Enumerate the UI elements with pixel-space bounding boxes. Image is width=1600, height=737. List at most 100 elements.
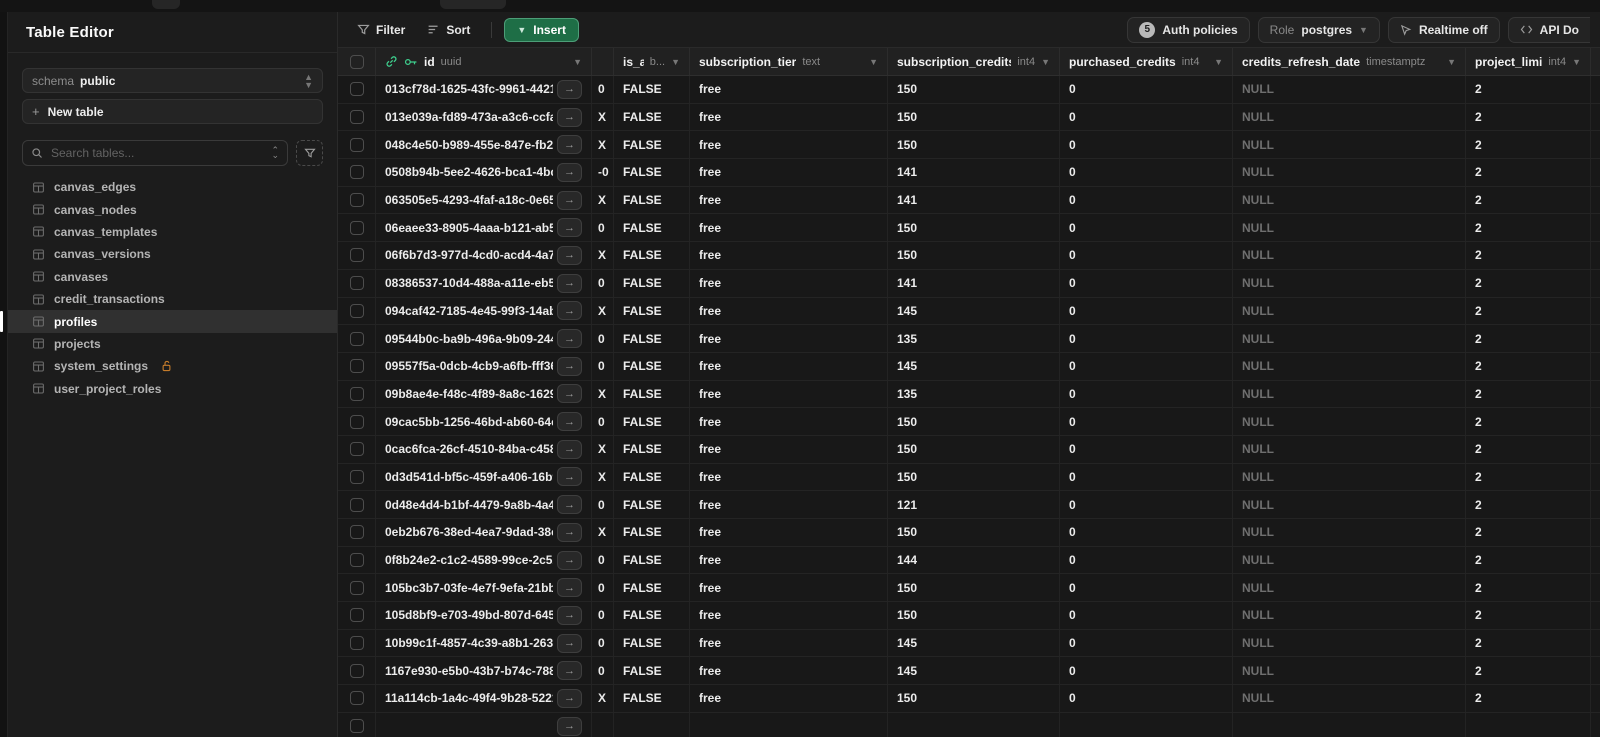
- cell-subcr[interactable]: 150: [888, 602, 1060, 629]
- cell-subcr[interactable]: 150: [888, 76, 1060, 103]
- cell-tier[interactable]: free: [690, 297, 888, 325]
- cell-purch[interactable]: 0: [1060, 657, 1233, 685]
- cell-refresh[interactable]: NULL: [1233, 76, 1466, 103]
- cell-refresh[interactable]: NULL: [1233, 602, 1466, 629]
- column-header-last[interactable]: su: [1591, 48, 1600, 75]
- cell-clipped[interactable]: X: [592, 186, 614, 214]
- cell-last[interactable]: NULL: [1591, 574, 1600, 601]
- cell-refresh[interactable]: NULL: [1233, 214, 1466, 242]
- cell-purch[interactable]: 0: [1060, 103, 1233, 131]
- row-checkbox[interactable]: [349, 193, 364, 208]
- cell-clipped[interactable]: X: [592, 685, 614, 712]
- expand-row-button[interactable]: →: [557, 301, 582, 321]
- cell-id[interactable]: 06eaee33-8905-4aaa-b121-ab552... →: [376, 214, 592, 242]
- cell-last[interactable]: NULL: [1591, 464, 1600, 491]
- row-checkbox[interactable]: [349, 663, 364, 678]
- cell-purch[interactable]: 0: [1060, 352, 1233, 380]
- cell-refresh[interactable]: NULL: [1233, 491, 1466, 518]
- cell-last[interactable]: NULL: [1591, 353, 1600, 380]
- cell-admin[interactable]: FALSE: [614, 242, 690, 269]
- cell-subcr[interactable]: 144: [888, 546, 1060, 574]
- column-header-tier[interactable]: subscription_tier text ▼: [690, 48, 888, 75]
- cell-clipped[interactable]: X: [592, 242, 614, 269]
- cell-clipped[interactable]: 0: [592, 546, 614, 574]
- row-checkbox[interactable]: [349, 276, 364, 291]
- chevron-down-icon[interactable]: ▼: [1447, 57, 1456, 67]
- cell-purch[interactable]: 0: [1060, 325, 1233, 352]
- cell-tier[interactable]: free: [690, 463, 888, 491]
- cell-clipped[interactable]: 0: [592, 629, 614, 657]
- cell-clipped[interactable]: X: [592, 463, 614, 491]
- cell-refresh[interactable]: NULL: [1233, 269, 1466, 297]
- cell-admin[interactable]: FALSE: [614, 297, 690, 325]
- cell-clipped[interactable]: 0: [592, 214, 614, 242]
- cell-id[interactable]: 09cac5bb-1256-46bd-ab60-64ed... →: [376, 408, 592, 435]
- cell-limit[interactable]: 2: [1466, 131, 1591, 159]
- cell-limit[interactable]: 2: [1466, 685, 1591, 712]
- cell-limit[interactable]: 2: [1466, 325, 1591, 352]
- cell-refresh[interactable]: NULL: [1233, 685, 1466, 712]
- cell-last[interactable]: NULL: [1591, 630, 1600, 657]
- cell-last[interactable]: NULL: [1591, 159, 1600, 186]
- cell-tier[interactable]: free: [690, 269, 888, 297]
- cell-id[interactable]: 048c4e50-b989-455e-847e-fb2f... →: [376, 131, 592, 159]
- cell-subcr[interactable]: 150: [888, 574, 1060, 602]
- cell-admin[interactable]: FALSE: [614, 131, 690, 159]
- cell-purch[interactable]: 0: [1060, 186, 1233, 214]
- cell-limit[interactable]: 2: [1466, 380, 1591, 408]
- cell-subcr[interactable]: 150: [888, 103, 1060, 131]
- cell-id[interactable]: 09557f5a-0dcb-4cb9-a6fb-fff366... →: [376, 352, 592, 380]
- cell-limit[interactable]: 2: [1466, 657, 1591, 685]
- row-checkbox[interactable]: [349, 165, 364, 180]
- cell-purch[interactable]: 0: [1060, 546, 1233, 574]
- cell-id[interactable]: 0eb2b676-38ed-4ea7-9dad-38e6... →: [376, 519, 592, 546]
- row-checkbox[interactable]: [349, 137, 364, 152]
- cell-id[interactable]: 105bc3b7-03fe-4e7f-9efa-21bb40... →: [376, 574, 592, 602]
- expand-row-button[interactable]: →: [557, 578, 582, 598]
- expand-row-button[interactable]: →: [557, 79, 582, 99]
- cell-refresh[interactable]: NULL: [1233, 380, 1466, 408]
- cell-id[interactable]: 09b8ae4e-f48c-4f89-8a8c-1629b... →: [376, 380, 592, 408]
- cell-id[interactable]: 11a114cb-1a4c-49f4-9b28-52219ec... →: [376, 685, 592, 712]
- expand-row-button[interactable]: →: [557, 605, 582, 625]
- cell-purch[interactable]: 0: [1060, 131, 1233, 159]
- expand-row-button[interactable]: →: [557, 716, 582, 736]
- cell-admin[interactable]: FALSE: [614, 214, 690, 242]
- cell-id[interactable]: 013e039a-fd89-473a-a3c6-ccfa9... →: [376, 103, 592, 131]
- sidebar-item-profiles[interactable]: profiles: [0, 310, 337, 333]
- expand-row-button[interactable]: →: [557, 107, 582, 127]
- cell-subcr[interactable]: 145: [888, 297, 1060, 325]
- cell-last[interactable]: NULL: [1591, 131, 1600, 158]
- cell-clipped[interactable]: X: [592, 103, 614, 131]
- expand-row-button[interactable]: →: [557, 688, 582, 708]
- cell-id[interactable]: 0508b94b-5ee2-4626-bca1-4bca... →: [376, 159, 592, 186]
- cell-subcr[interactable]: 150: [888, 131, 1060, 159]
- cell-clipped[interactable]: -0: [592, 159, 614, 186]
- cell-admin[interactable]: FALSE: [614, 602, 690, 629]
- cell-tier[interactable]: free: [690, 103, 888, 131]
- cell-limit[interactable]: 2: [1466, 352, 1591, 380]
- cell-limit[interactable]: 2: [1466, 629, 1591, 657]
- cell-refresh[interactable]: NULL: [1233, 463, 1466, 491]
- cell-tier[interactable]: free: [690, 629, 888, 657]
- cell-tier[interactable]: free: [690, 159, 888, 186]
- chevron-down-icon[interactable]: ▼: [1572, 57, 1581, 67]
- cell-purch[interactable]: [1060, 712, 1233, 737]
- cell-subcr[interactable]: 141: [888, 186, 1060, 214]
- cell-tier[interactable]: free: [690, 325, 888, 352]
- cell-clipped[interactable]: X: [592, 131, 614, 159]
- cell-admin[interactable]: FALSE: [614, 380, 690, 408]
- cell-clipped[interactable]: X: [592, 435, 614, 463]
- new-table-button[interactable]: + New table: [22, 99, 323, 124]
- expand-row-button[interactable]: →: [557, 384, 582, 404]
- cell-admin[interactable]: FALSE: [614, 352, 690, 380]
- cell-limit[interactable]: 2: [1466, 76, 1591, 103]
- cell-refresh[interactable]: NULL: [1233, 546, 1466, 574]
- expand-row-button[interactable]: →: [557, 661, 582, 681]
- cell-tier[interactable]: free: [690, 408, 888, 435]
- cell-refresh[interactable]: NULL: [1233, 325, 1466, 352]
- cell-id[interactable]: 10b99c1f-4857-4c39-a8b1-263b8... →: [376, 629, 592, 657]
- row-checkbox[interactable]: [349, 110, 364, 125]
- row-checkbox[interactable]: [349, 719, 364, 734]
- cell-purch[interactable]: 0: [1060, 629, 1233, 657]
